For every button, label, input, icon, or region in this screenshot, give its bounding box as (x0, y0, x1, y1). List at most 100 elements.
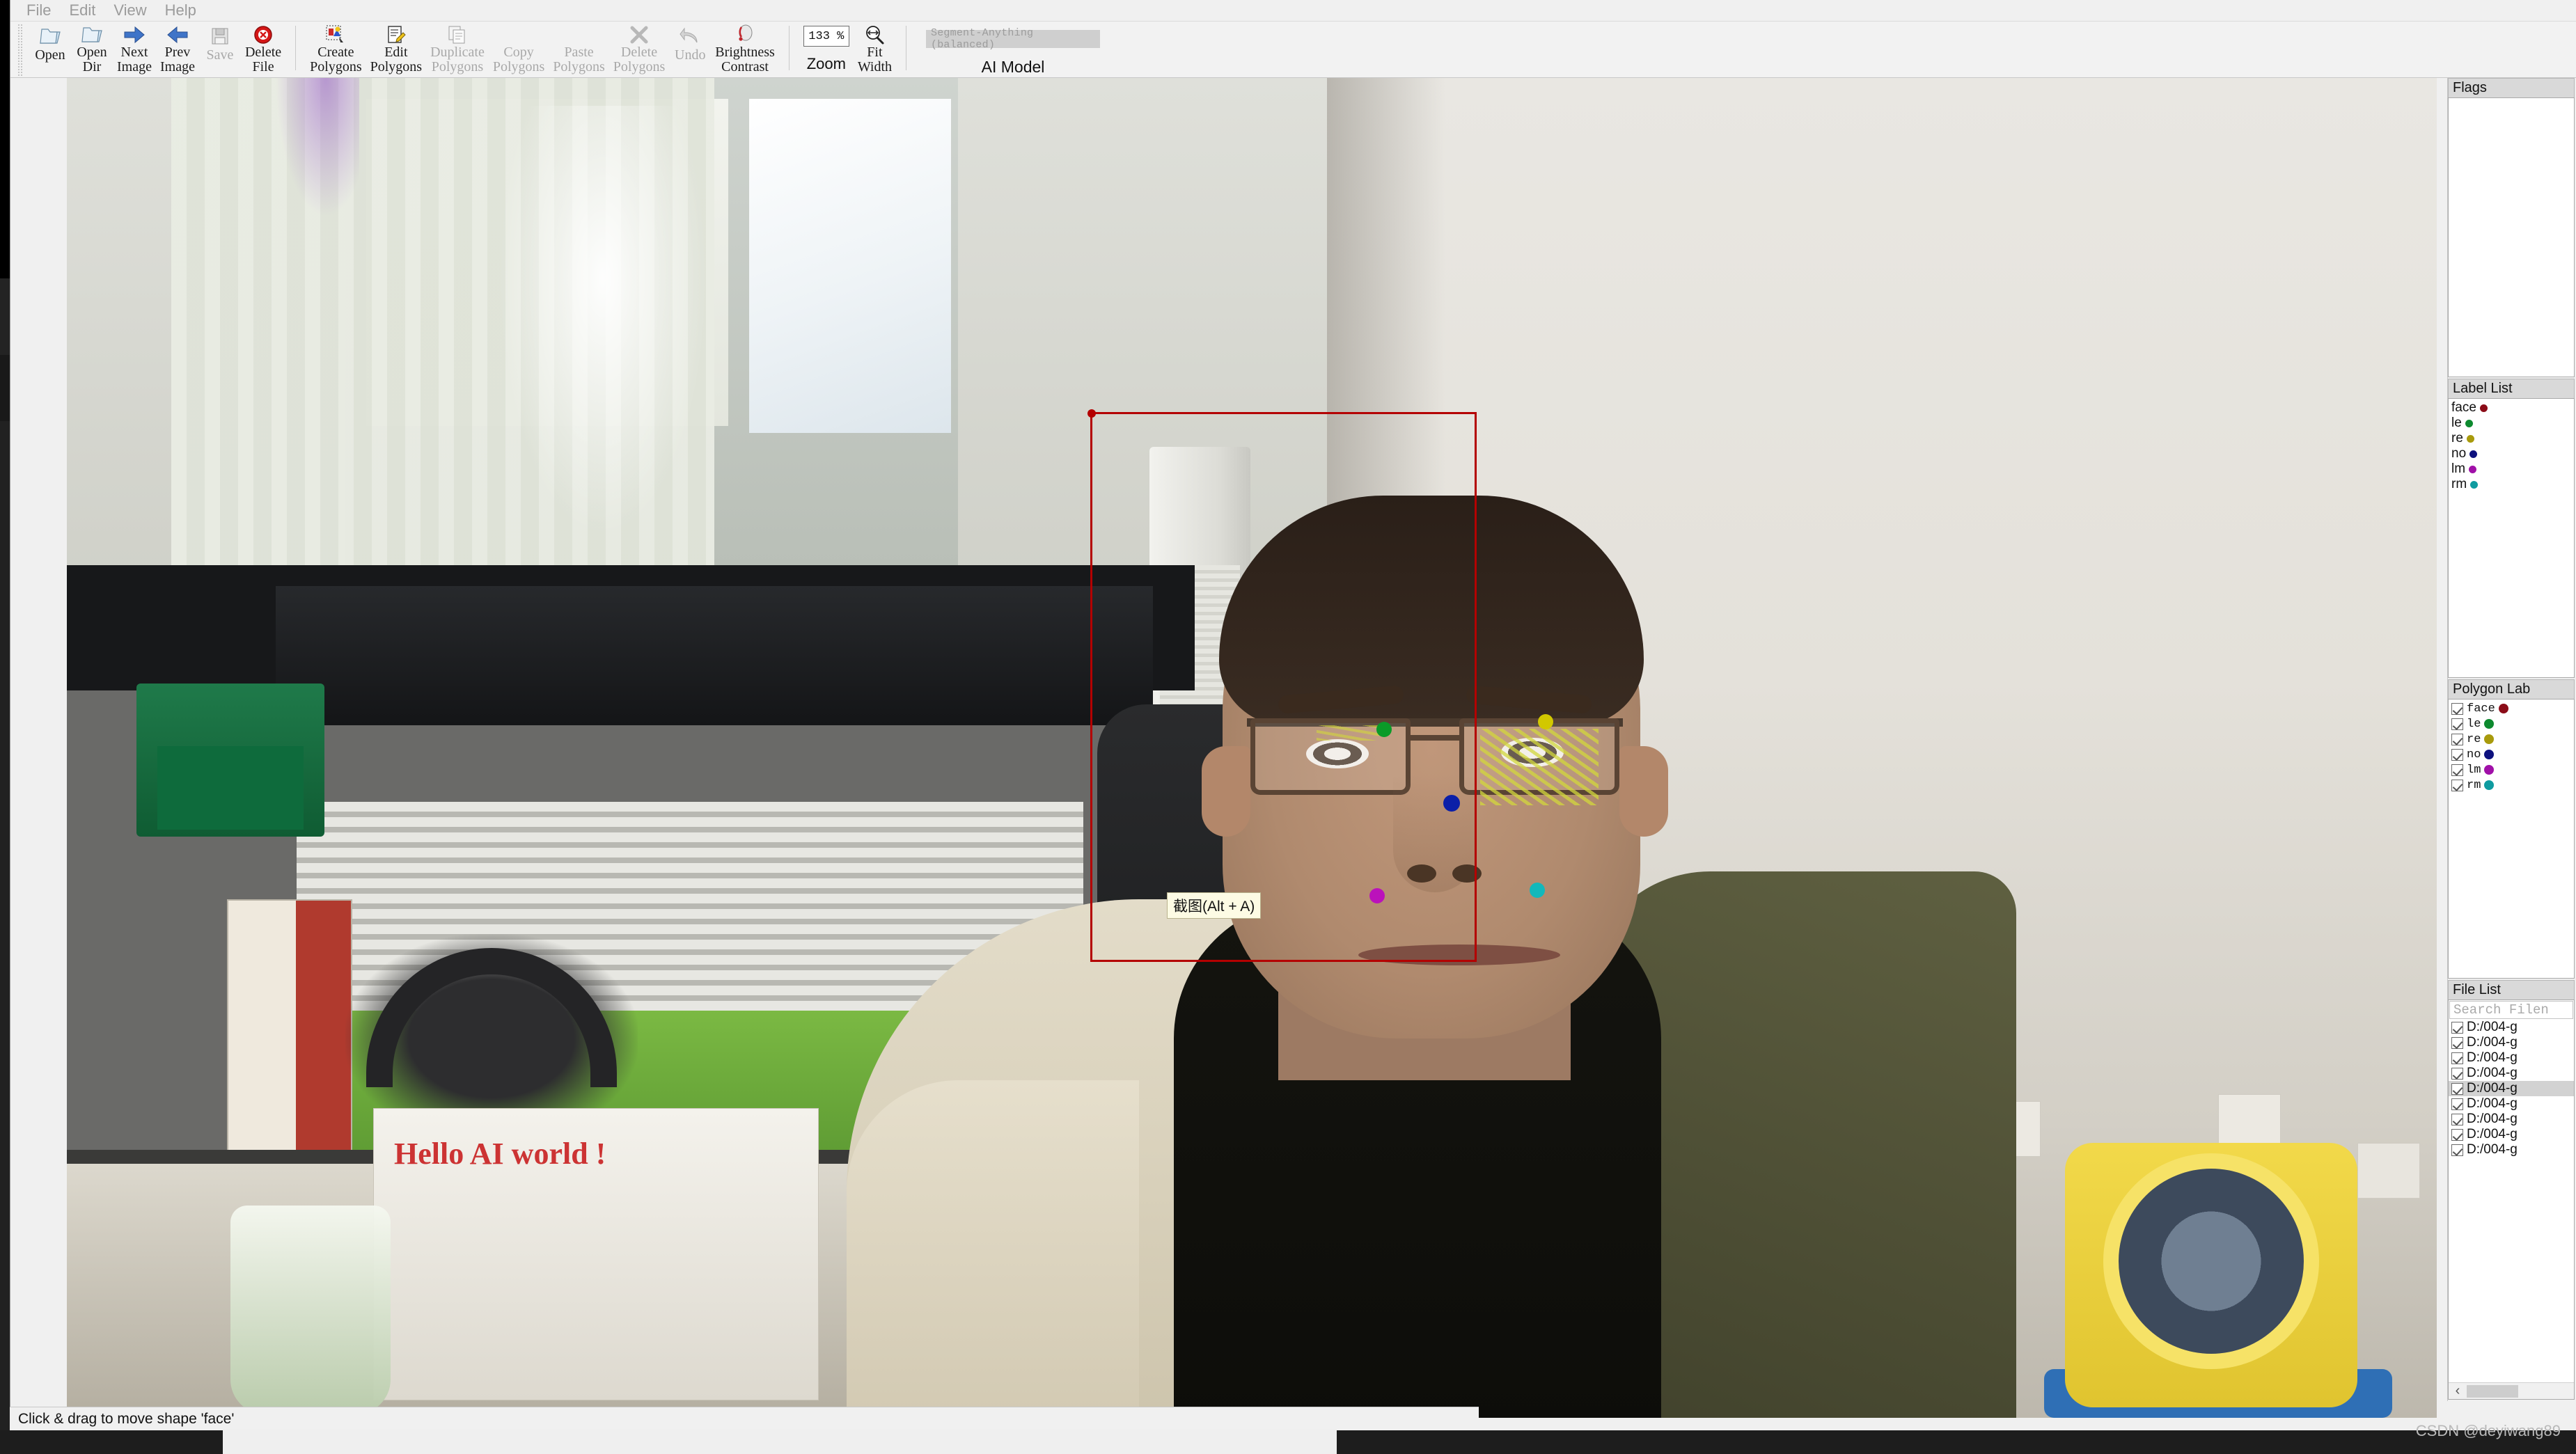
checkbox[interactable] (2451, 1113, 2463, 1125)
bbox-vertex-handle[interactable] (1087, 409, 1096, 418)
checkbox[interactable] (2451, 1036, 2463, 1049)
canvas-area: Hello AI world ! 截图(Alt + A) (10, 78, 2447, 1418)
scroll-left-icon[interactable]: ‹ (2449, 1383, 2467, 1399)
fit-width-button[interactable]: Fit Width (854, 22, 896, 74)
menu-item-file[interactable]: File (17, 0, 60, 21)
file-list-item[interactable]: D:/004-g (2449, 1142, 2574, 1157)
taskbar[interactable]: CSDN @deyiwang89 (0, 1422, 2576, 1454)
file-list-items[interactable]: D:/004-g D:/004-g D:/004-g D:/004-g D:/004-g… (2449, 1020, 2574, 1157)
label-list-body[interactable]: face le re no lm rm (2448, 398, 2575, 678)
polygon-label-item[interactable]: face (2449, 701, 2574, 716)
checkbox[interactable] (2451, 1144, 2463, 1156)
label-list-item[interactable]: rm (2449, 477, 2574, 492)
checkbox[interactable] (2451, 1082, 2463, 1095)
label-list-item[interactable]: lm (2449, 461, 2574, 477)
landmark-re[interactable] (1538, 714, 1553, 729)
polygon-label-item-label: rm (2467, 778, 2481, 792)
checkbox[interactable] (2451, 1052, 2463, 1064)
file-list-item[interactable]: D:/004-g (2449, 1127, 2574, 1142)
menu-item-view[interactable]: View (104, 0, 155, 21)
next-image-button[interactable]: Next Image (113, 22, 156, 74)
polygon-label-item[interactable]: lm (2449, 762, 2574, 777)
file-list-item[interactable]: D:/004-g (2449, 1112, 2574, 1127)
desktop-strip (0, 421, 10, 1430)
file-list-item[interactable]: D:/004-g (2449, 1050, 2574, 1066)
zoom-label: Zoom (806, 55, 846, 72)
photo-person-arm (847, 1080, 1139, 1418)
delete-file-button[interactable]: Delete File (241, 22, 285, 74)
label-list-item-label: no (2451, 446, 2467, 461)
landmark-rm[interactable] (1530, 883, 1545, 898)
checkbox[interactable] (2451, 1128, 2463, 1141)
file-list-item[interactable]: D:/004-g (2449, 1081, 2574, 1096)
main-body: Hello AI world ! 截图(Alt + A) Flags Label… (10, 78, 2576, 1418)
file-list-item[interactable]: D:/004-g (2449, 1096, 2574, 1112)
label-list-item[interactable]: le (2449, 416, 2574, 431)
checkbox[interactable] (2451, 764, 2463, 776)
delete-polygons-button[interactable]: Delete Polygons (609, 22, 669, 74)
checkbox[interactable] (2451, 733, 2463, 745)
file-list-item[interactable]: D:/004-g (2449, 1066, 2574, 1081)
image-canvas[interactable]: Hello AI world ! 截图(Alt + A) (67, 78, 2437, 1418)
landmark-lm[interactable] (1369, 888, 1385, 903)
open-dir-button[interactable]: Open Dir (71, 22, 113, 74)
label-list-panel: Label List face le re no lm rm (2448, 379, 2575, 678)
file-list-item[interactable]: D:/004-g (2449, 1035, 2574, 1050)
landmark-le[interactable] (1376, 722, 1392, 737)
checkbox[interactable] (2451, 718, 2463, 730)
polygon-label-item[interactable]: no (2449, 747, 2574, 762)
polygon-label-item[interactable]: le (2449, 716, 2574, 732)
prev-image-button[interactable]: Prev Image (156, 22, 199, 74)
landmark-no[interactable] (1443, 795, 1460, 812)
face-bounding-box[interactable] (1087, 409, 1477, 962)
polygon-label-item-label: no (2467, 748, 2481, 761)
flags-panel-body[interactable] (2448, 97, 2575, 377)
duplicate-polygons-button[interactable]: Duplicate Polygons (426, 22, 489, 74)
label-color-swatch (2484, 734, 2495, 744)
file-search-input[interactable]: Search Filen (2449, 1001, 2573, 1019)
checkbox[interactable] (2451, 1021, 2463, 1034)
label-list-item-label: le (2451, 416, 2462, 430)
polygon-label-item[interactable]: re (2449, 732, 2574, 747)
fit-width-button-label: Fit Width (857, 45, 893, 74)
toolbar-drag-handle[interactable] (17, 24, 24, 77)
paste-polygons-button[interactable]: Paste Polygons (549, 22, 608, 74)
checkbox[interactable] (2451, 702, 2463, 715)
polygon-labels-body[interactable]: face le re no lm rm (2448, 699, 2575, 979)
label-color-swatch (2469, 465, 2477, 473)
zoom-control[interactable]: 133 % Zoom (799, 22, 854, 73)
photo-glasses-glare (1480, 729, 1599, 805)
file-list-item[interactable]: D:/004-g (2449, 1020, 2574, 1035)
menu-item-help[interactable]: Help (156, 0, 205, 21)
create-polygon-icon (325, 24, 346, 45)
checkbox[interactable] (2451, 1067, 2463, 1080)
brightness-contrast-button[interactable]: Brightness Contrast (711, 22, 779, 74)
taskbar-window-preview[interactable] (223, 1429, 1337, 1454)
save-button[interactable]: Save (199, 22, 241, 74)
checkbox[interactable] (2451, 1098, 2463, 1110)
checkbox[interactable] (2451, 779, 2463, 791)
label-color-swatch (2465, 419, 2473, 427)
scrollbar-thumb[interactable] (2467, 1384, 2518, 1398)
brightness-contrast-button-label: Brightness Contrast (715, 45, 775, 74)
copy-polygons-button[interactable]: Copy Polygons (489, 22, 549, 74)
zoom-input[interactable]: 133 % (803, 26, 849, 47)
delete-circle-icon (253, 24, 274, 45)
open-button[interactable]: Open (29, 22, 71, 74)
undo-button[interactable]: Undo (669, 22, 711, 74)
file-list-hscrollbar[interactable]: ‹ (2449, 1382, 2574, 1399)
labelme-window: File Edit View Help Open Open Dir Next I… (10, 0, 2576, 1430)
ai-model-select[interactable]: Segment-Anything (balanced) (926, 27, 1101, 51)
create-polygons-button[interactable]: Create Polygons (306, 22, 366, 74)
label-list-item[interactable]: no (2449, 446, 2574, 461)
edit-polygons-button[interactable]: Edit Polygons (366, 22, 426, 74)
photo-fan-ring (2103, 1153, 2319, 1369)
label-list-item[interactable]: re (2449, 431, 2574, 446)
file-list-body[interactable]: Search Filen D:/004-g D:/004-g D:/004-g D:/… (2448, 999, 2575, 1400)
polygon-label-item[interactable]: rm (2449, 777, 2574, 793)
menu-item-edit[interactable]: Edit (60, 0, 104, 21)
edit-polygon-icon (386, 24, 407, 45)
label-list-item[interactable]: face (2449, 400, 2574, 416)
checkbox[interactable] (2451, 748, 2463, 761)
polygon-label-item-label: re (2467, 732, 2481, 746)
